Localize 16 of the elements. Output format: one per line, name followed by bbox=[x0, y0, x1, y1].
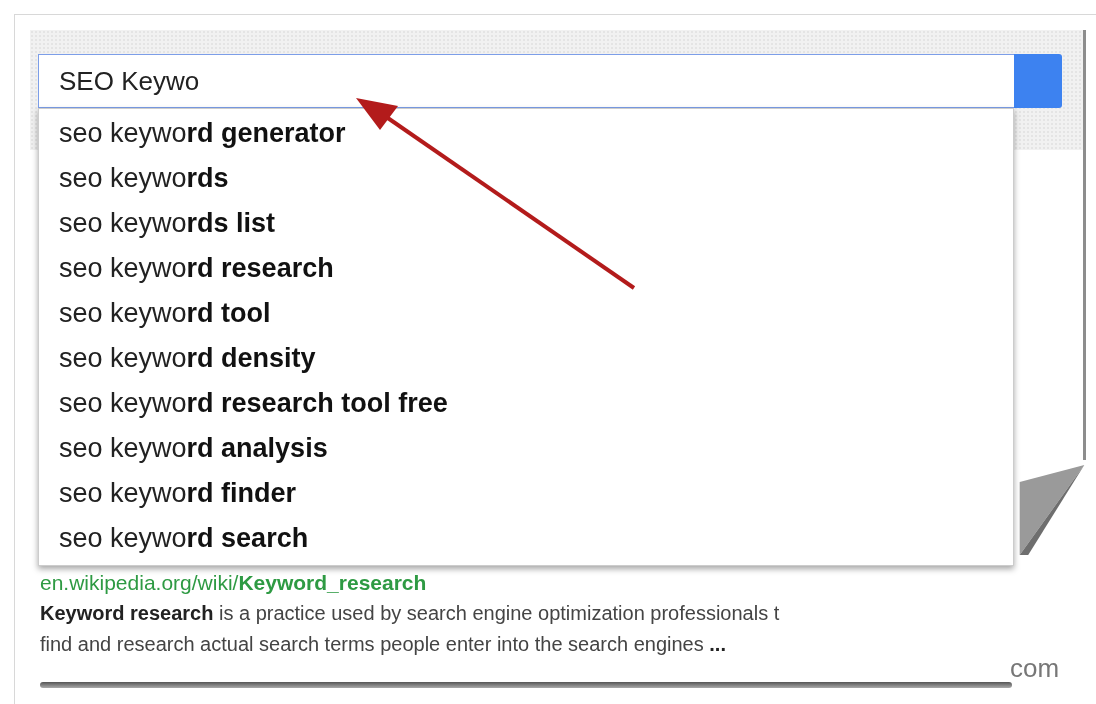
result-snippet: Keyword research is a practice used by search engine optimization professionals t bbox=[40, 601, 781, 626]
suggestion-item[interactable]: seo keyword analysis bbox=[39, 426, 1013, 471]
corner-text: com bbox=[1010, 653, 1060, 684]
suggestion-item[interactable]: seo keyword density bbox=[39, 336, 1013, 381]
suggestion-item[interactable]: seo keyword generator bbox=[39, 111, 1013, 156]
suggestion-item[interactable]: seo keywords list bbox=[39, 201, 1013, 246]
suggestion-item[interactable]: seo keywords bbox=[39, 156, 1013, 201]
suggestion-item[interactable]: seo keyword research bbox=[39, 246, 1013, 291]
result-snippet: find and research actual search terms people enter into the search engines ... bbox=[40, 632, 727, 657]
search-button[interactable] bbox=[1014, 54, 1062, 108]
suggestion-item[interactable]: seo keyword finder bbox=[39, 471, 1013, 516]
suggestion-item[interactable]: seo keyword research tool free bbox=[39, 381, 1013, 426]
search-field[interactable]: SEO Keywo bbox=[38, 54, 1014, 108]
suggestion-item[interactable]: seo keyword search bbox=[39, 516, 1013, 561]
result-url-link[interactable]: en.wikipedia.org/wiki/Keyword_research bbox=[40, 568, 1002, 598]
suggestion-item[interactable]: seo keyword tool bbox=[39, 291, 1013, 336]
